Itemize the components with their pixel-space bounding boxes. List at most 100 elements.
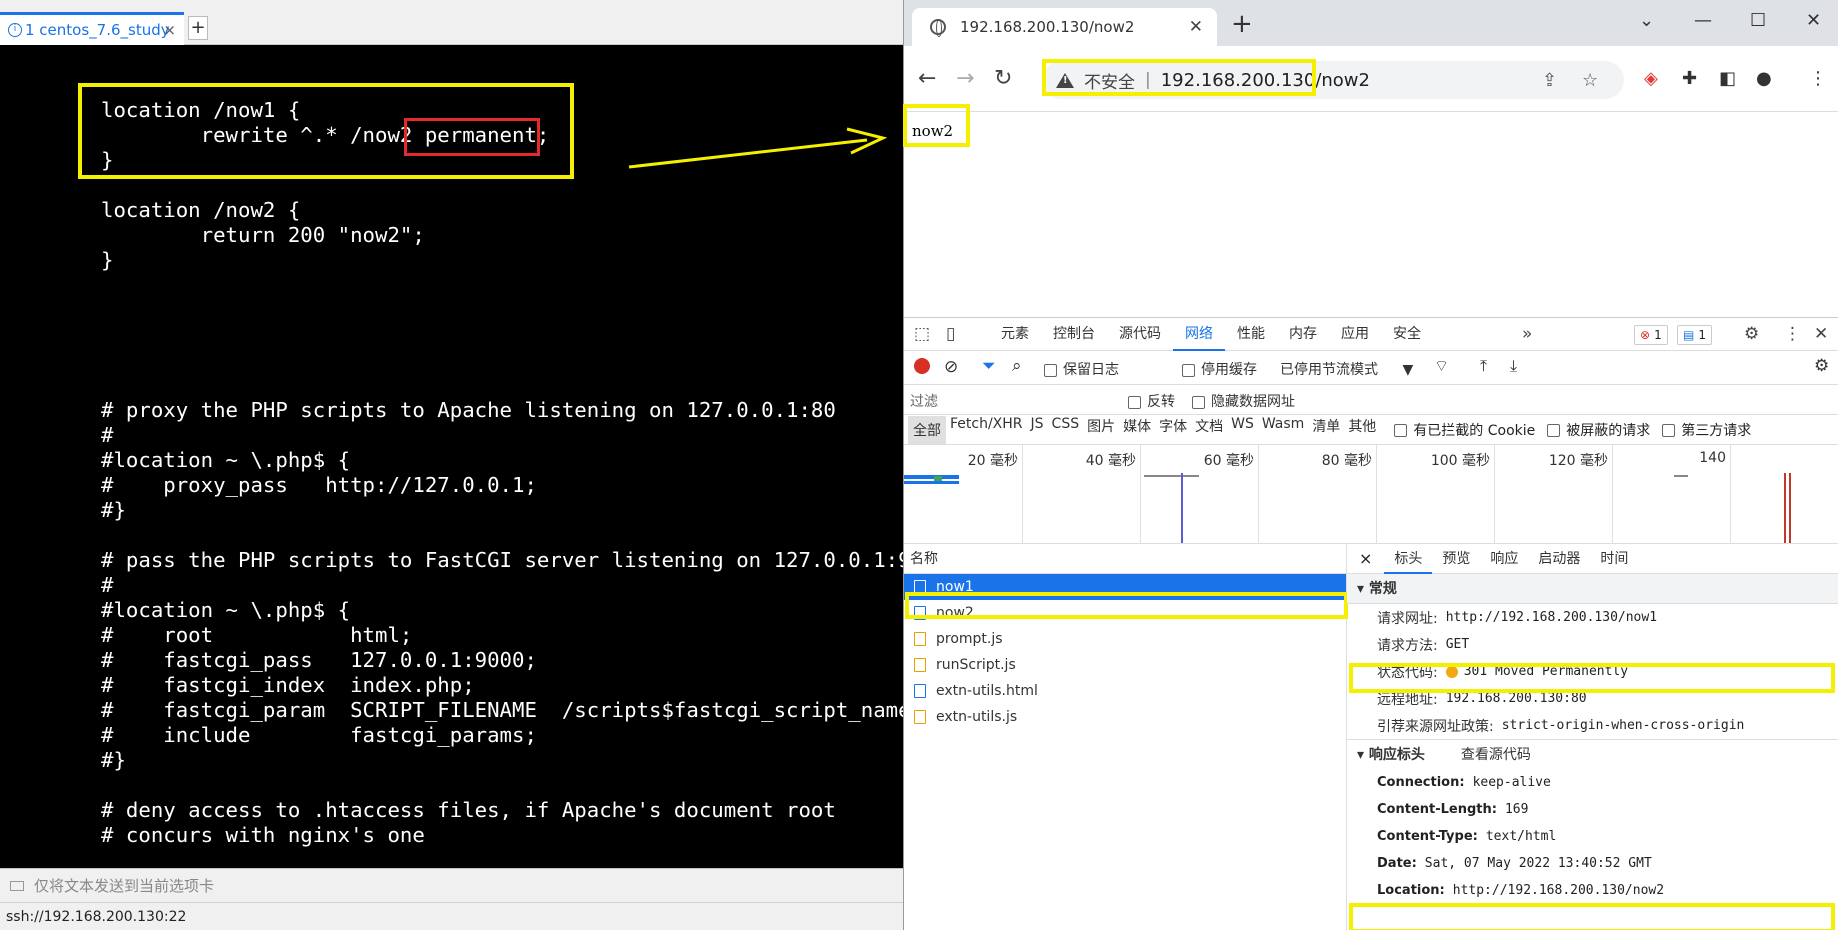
blocked-requests-label: 被屏蔽的请求: [1566, 422, 1651, 439]
extension-icon-red[interactable]: ◈: [1644, 68, 1658, 89]
import-har-icon[interactable]: ⤒: [1480, 356, 1487, 376]
type-filter[interactable]: 媒体: [1119, 416, 1155, 444]
detail-tab[interactable]: 标头: [1384, 544, 1433, 574]
devtools-tab[interactable]: 性能: [1225, 318, 1277, 351]
browser-tab[interactable]: 192.168.200.130/now2 ✕: [912, 8, 1217, 46]
blocked-cookies-checkbox[interactable]: 有已拦截的 Cookie: [1394, 420, 1535, 440]
terminal-tab-close-icon[interactable]: ×: [163, 21, 176, 39]
content-length-value: 169: [1504, 802, 1529, 817]
reload-icon[interactable]: ↻: [994, 66, 1012, 91]
tab-search-icon[interactable]: ⌄: [1639, 10, 1654, 31]
third-party-checkbox[interactable]: 第三方请求: [1662, 420, 1751, 440]
type-filter[interactable]: CSS: [1048, 416, 1084, 444]
request-row[interactable]: extn-utils.js: [904, 704, 1346, 730]
invert-checkbox[interactable]: 反转: [1128, 391, 1175, 411]
inspect-element-icon[interactable]: ⬚: [914, 324, 930, 344]
type-filter[interactable]: WS: [1227, 416, 1258, 444]
record-icon[interactable]: [914, 358, 930, 374]
timeline-tick-label: 40 毫秒: [1085, 453, 1136, 469]
disable-cache-checkbox[interactable]: 停用缓存: [1182, 359, 1257, 379]
tab-close-icon[interactable]: ✕: [1189, 17, 1203, 37]
devtools-tab[interactable]: 元素: [989, 318, 1041, 351]
request-details: × 标头 预览 响应 启动器 时间 ▾ 常规 请求网址: http://192.168.2…: [1347, 544, 1838, 930]
profile-avatar-icon[interactable]: ●: [1756, 68, 1772, 89]
detail-tab[interactable]: 响应: [1480, 544, 1528, 574]
highlight-status-code: [1349, 663, 1835, 693]
maximize-icon[interactable]: ☐: [1750, 10, 1766, 31]
filter-input[interactable]: 过滤: [910, 391, 1110, 411]
type-filter[interactable]: 文档: [1191, 416, 1227, 444]
name-column-header[interactable]: 名称: [904, 544, 1346, 574]
devtools-tab[interactable]: 安全: [1381, 318, 1433, 351]
search-icon[interactable]: ⌕: [1012, 356, 1022, 376]
devtools-tab[interactable]: 源代码: [1107, 318, 1173, 351]
detail-close-icon[interactable]: ×: [1347, 549, 1384, 568]
extensions-puzzle-icon[interactable]: ✚: [1682, 68, 1697, 89]
minimize-icon[interactable]: —: [1694, 10, 1712, 31]
type-filter[interactable]: 图片: [1083, 416, 1119, 444]
detail-tab[interactable]: 启动器: [1528, 544, 1590, 574]
devtools-menu-icon[interactable]: ⋮: [1784, 324, 1801, 344]
devtools-tab[interactable]: 网络: [1173, 318, 1225, 351]
error-badge[interactable]: ⊗ 1: [1634, 325, 1668, 345]
sidebar-icon[interactable]: ◧: [1719, 68, 1736, 89]
type-filter[interactable]: 全部: [908, 415, 946, 444]
network-settings-icon[interactable]: ⚙: [1814, 356, 1829, 376]
type-filter[interactable]: 清单: [1308, 416, 1344, 444]
devtools-tab[interactable]: 内存: [1277, 318, 1329, 351]
code-line: location /now2 {: [101, 198, 301, 222]
general-section-header[interactable]: ▾ 常规: [1347, 574, 1838, 604]
devtools-close-icon[interactable]: ✕: [1814, 324, 1828, 344]
clear-icon[interactable]: ⊘: [944, 357, 958, 377]
request-row[interactable]: extn-utils.html: [904, 678, 1346, 704]
network-conditions-icon[interactable]: ⌔: [1434, 356, 1449, 376]
throttle-select[interactable]: 已停用节流模式 ▼: [1280, 359, 1413, 379]
menu-kebab-icon[interactable]: ⋮: [1809, 68, 1827, 89]
timeline-gridline: [1376, 445, 1377, 544]
more-tabs-icon[interactable]: »: [1522, 324, 1532, 344]
terminal-add-tab-button[interactable]: +: [188, 16, 208, 40]
error-count: 1: [1654, 328, 1662, 342]
settings-gear-icon[interactable]: ⚙: [1744, 324, 1759, 344]
preserve-log-checkbox[interactable]: 保留日志: [1044, 359, 1119, 379]
hide-data-urls-checkbox[interactable]: 隐藏数据网址: [1192, 391, 1295, 411]
highlight-url: [1042, 59, 1316, 96]
request-row[interactable]: prompt.js: [904, 626, 1346, 652]
bookmark-star-icon[interactable]: ☆: [1582, 70, 1598, 91]
network-timeline[interactable]: 20 毫秒 40 毫秒 60 毫秒 80 毫秒 100 毫秒 120 毫秒 140: [904, 445, 1838, 544]
chevron-down-icon: ▼: [1402, 362, 1414, 378]
devtools-tab[interactable]: 应用: [1329, 318, 1381, 351]
timeline-gridline: [1022, 445, 1023, 544]
type-filter[interactable]: Wasm: [1258, 416, 1308, 444]
content-type-label: Content-Type:: [1377, 829, 1478, 844]
close-window-icon[interactable]: ✕: [1806, 10, 1821, 31]
message-badge[interactable]: ▤ 1: [1677, 325, 1712, 345]
terminal-tab[interactable]: i 1 centos_7.6_study ×: [0, 12, 184, 45]
forward-icon[interactable]: →: [956, 66, 974, 91]
browser-tab-title: 192.168.200.130/now2: [960, 18, 1135, 36]
new-tab-button[interactable]: +: [1231, 11, 1253, 37]
devtools-tab[interactable]: 控制台: [1041, 318, 1107, 351]
blocked-requests-checkbox[interactable]: 被屏蔽的请求: [1547, 420, 1650, 440]
view-source-link[interactable]: 查看源代码: [1461, 747, 1531, 763]
type-filter[interactable]: Fetch/XHR: [946, 416, 1027, 444]
type-filter[interactable]: 字体: [1155, 416, 1191, 444]
annotation-arrow: [628, 127, 887, 169]
detail-tab[interactable]: 预览: [1432, 544, 1480, 574]
referrer-policy-value: strict-origin-when-cross-origin: [1501, 718, 1745, 733]
request-row[interactable]: runScript.js: [904, 652, 1346, 678]
response-headers-section-header[interactable]: ▾ 响应标头 查看源代码: [1347, 739, 1838, 769]
detail-tab[interactable]: 时间: [1590, 544, 1638, 574]
request-name: runScript.js: [936, 657, 1016, 673]
terminal-send-input[interactable]: 仅将文本发送到当前选项卡: [0, 868, 903, 902]
type-filter[interactable]: 其他: [1344, 416, 1380, 444]
devtools-tabs: ⬚ ▯ 元素 控制台 源代码 网络 性能 内存 应用 安全 » ⊗ 1 ▤ 1 ⚙ ⋮ ✕: [904, 318, 1838, 351]
device-toolbar-icon[interactable]: ▯: [946, 324, 955, 344]
type-filter[interactable]: JS: [1027, 416, 1048, 444]
share-icon[interactable]: ⇪: [1542, 70, 1557, 91]
filter-icon[interactable]: ⏷: [982, 356, 996, 376]
back-icon[interactable]: ←: [918, 66, 936, 91]
export-har-icon[interactable]: ⤓: [1510, 356, 1517, 376]
